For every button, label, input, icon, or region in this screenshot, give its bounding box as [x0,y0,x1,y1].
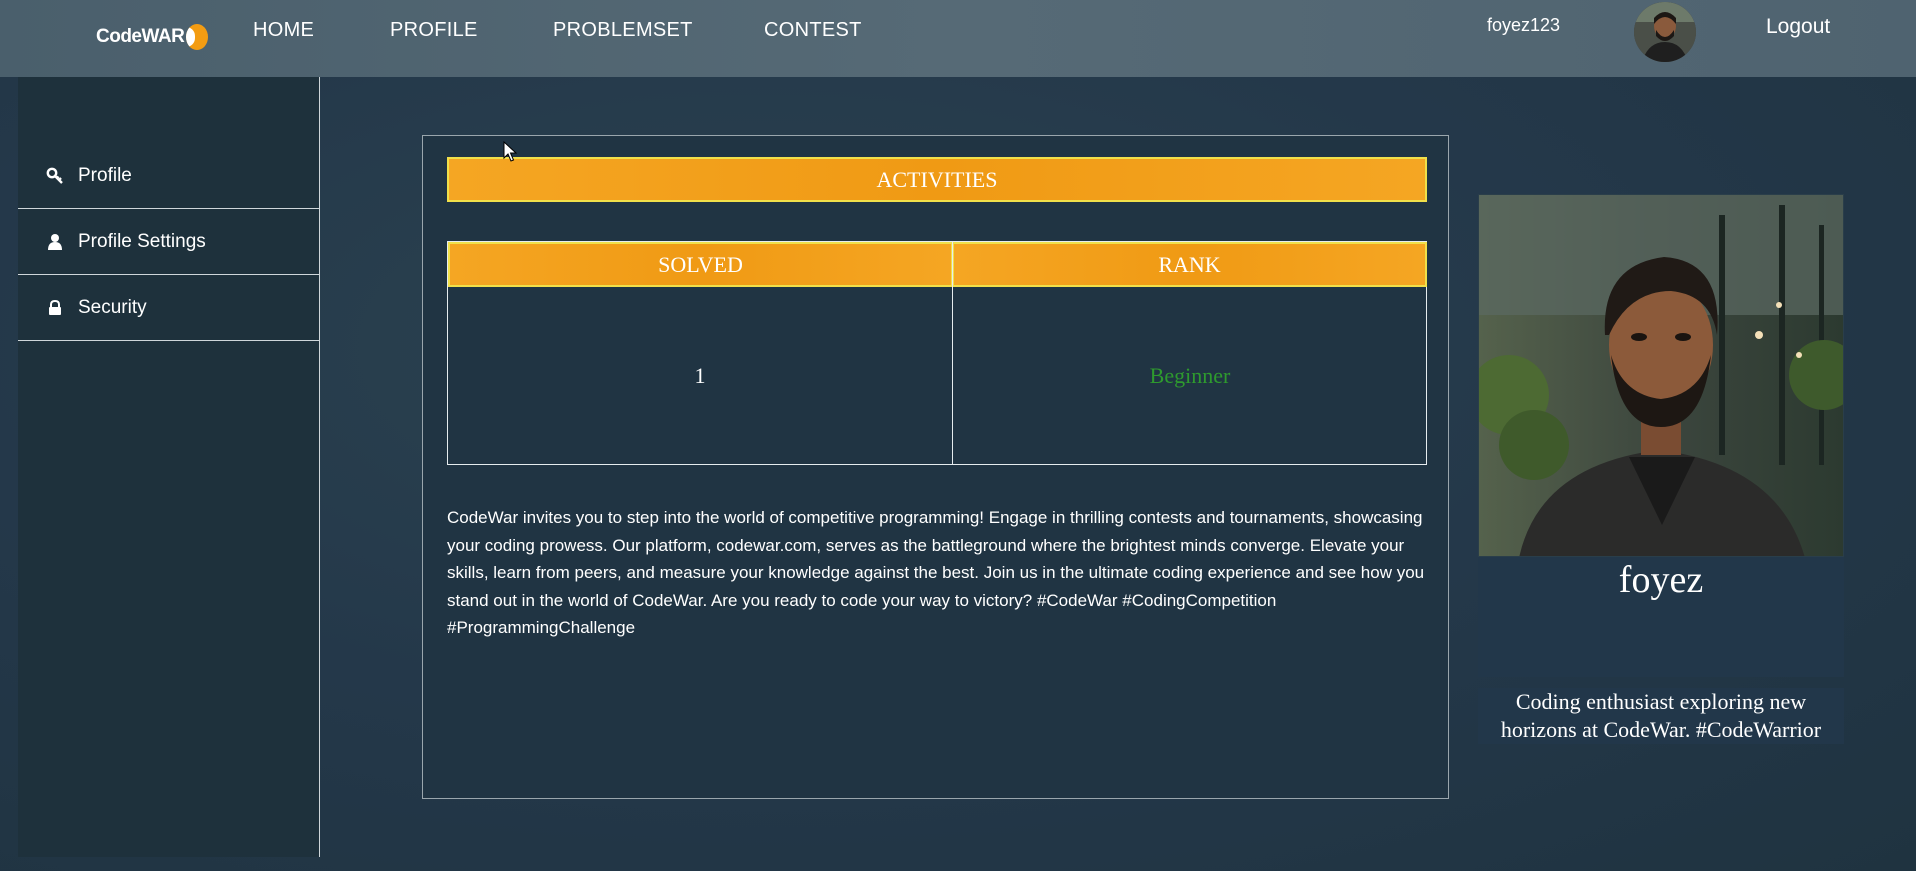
user-icon [46,233,64,251]
activities-card: ACTIVITIES SOLVED RANK 1 Beginner CodeWa… [422,135,1449,799]
mouse-cursor-icon [503,141,517,162]
solved-header: SOLVED [448,242,953,287]
solved-value: 1 [694,363,706,388]
profile-bio: Coding enthusiast exploring new horizons… [1478,688,1844,744]
nav-problemset-link[interactable]: PROBLEMSET [553,19,693,42]
nav-contest-link[interactable]: CONTEST [764,19,862,42]
sidebar-item-profile[interactable]: Profile [18,143,319,209]
top-navbar: CodeWAR HOME PROFILE PROBLEMSET CONTEST … [0,0,1916,77]
nav-home-link[interactable]: HOME [253,19,314,42]
activities-header: ACTIVITIES [447,157,1427,202]
logo-text: CodeWAR [96,26,185,47]
profile-name: foyez [1618,559,1704,601]
key-icon [46,167,64,185]
stats-table: SOLVED RANK 1 Beginner [447,241,1427,465]
sidebar-item-label: Security [78,296,147,318]
lock-icon [46,299,64,317]
nav-profile-link[interactable]: PROFILE [390,19,478,42]
profile-photo-image [1479,195,1843,556]
sidebar-item-label: Profile [78,164,132,186]
sidebar: Profile Profile Settings Security [18,77,320,857]
username-label[interactable]: foyez123 [1487,15,1560,36]
logout-link[interactable]: Logout [1766,15,1830,39]
rank-header: RANK [952,242,1427,287]
logo-mark-icon [186,24,209,50]
user-avatar[interactable] [1634,2,1696,62]
profile-photo [1478,194,1844,557]
sidebar-item-profile-settings[interactable]: Profile Settings [18,209,319,275]
codewar-logo[interactable]: CodeWAR [96,20,209,54]
profile-name-box: foyez [1478,557,1844,677]
site-description: CodeWar invites you to step into the wor… [447,508,1425,637]
sidebar-item-label: Profile Settings [78,230,206,252]
avatar-photo [1634,2,1696,62]
sidebar-item-security[interactable]: Security [18,275,319,341]
rank-value: Beginner [1149,363,1231,388]
